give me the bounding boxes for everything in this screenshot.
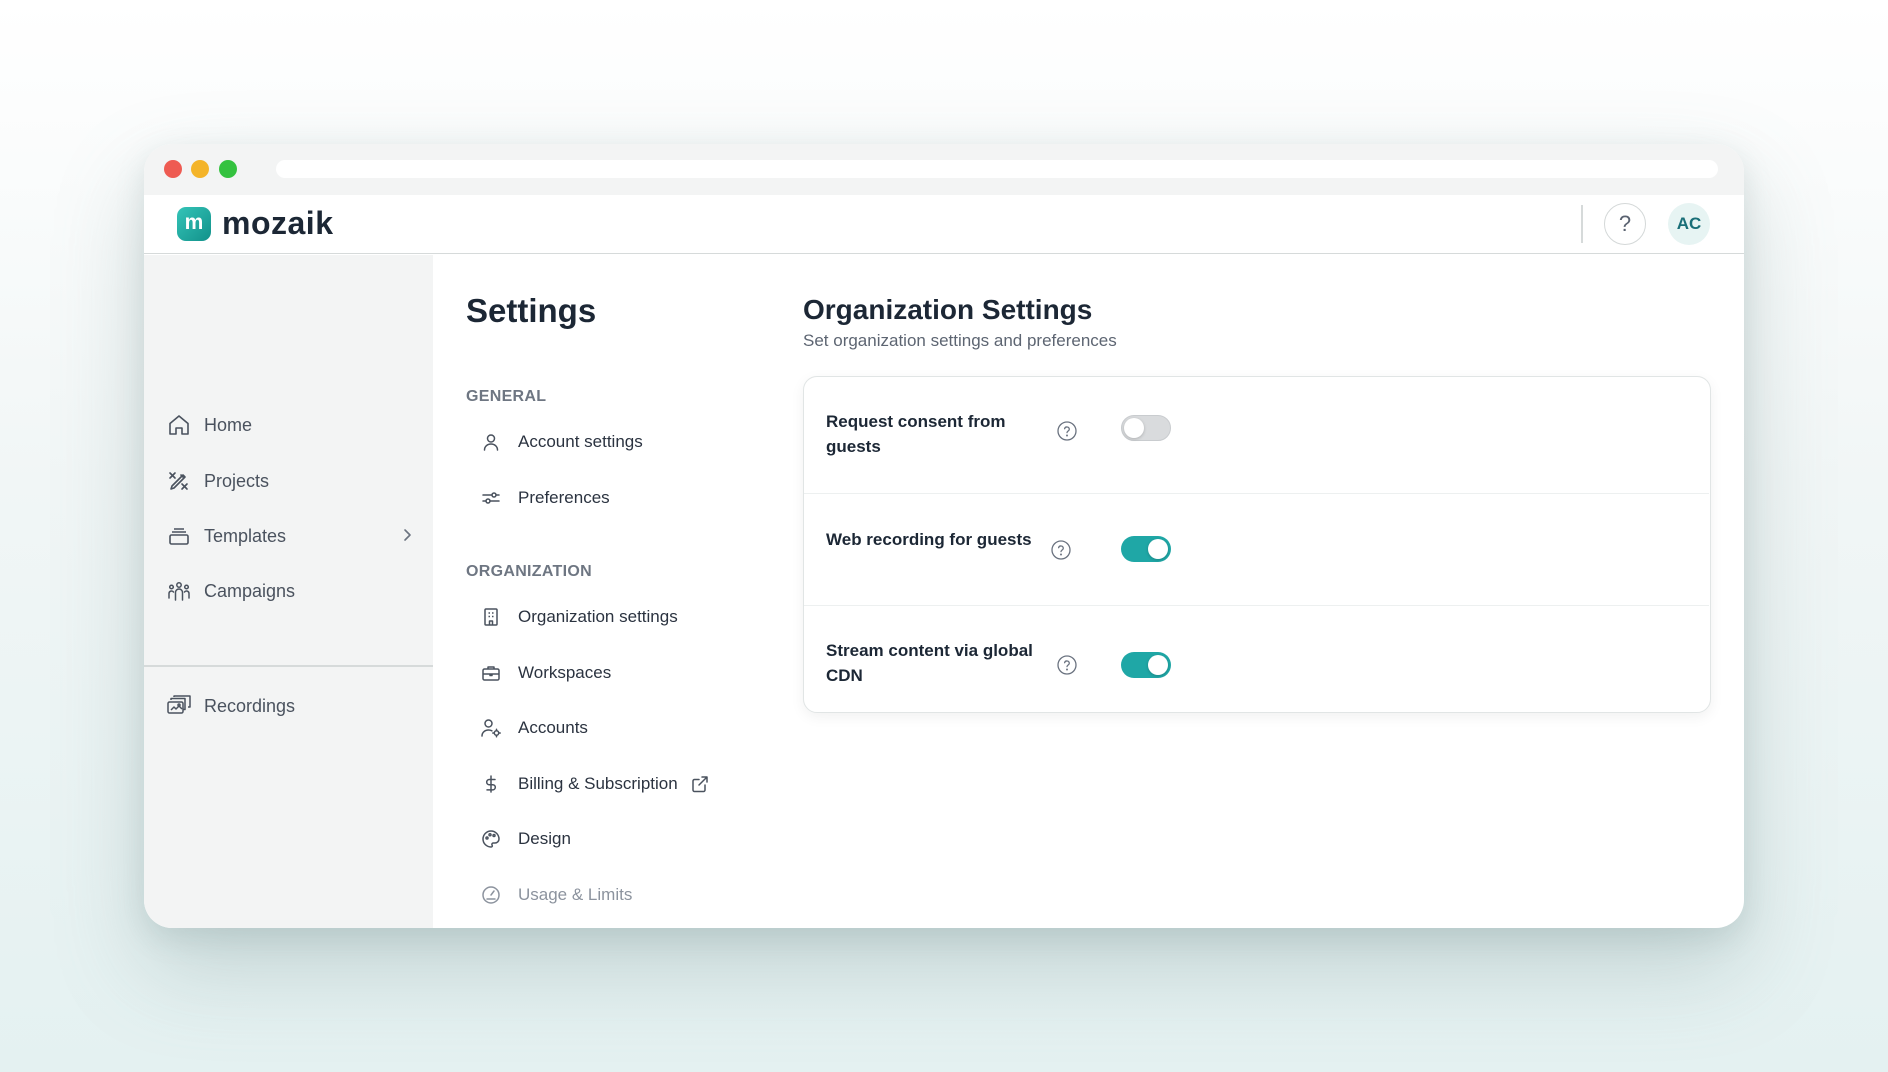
maximize-window-button[interactable] [219, 160, 237, 178]
sidebar-item-label: Recordings [204, 695, 296, 716]
question-circle-icon[interactable] [1056, 654, 1078, 676]
sidebar-item-campaigns[interactable]: Campaigns [166, 573, 416, 609]
menu-item-accounts[interactable]: Accounts [480, 713, 588, 743]
menu-item-billing-subscription[interactable]: Billing & Subscription [480, 769, 710, 799]
browser-chrome [144, 144, 1744, 195]
topbar-divider [1581, 205, 1583, 243]
sidebar-item-label: Projects [204, 470, 270, 491]
page-title: Organization Settings [803, 294, 1093, 325]
setting-label: Web recording for guests [826, 530, 1032, 549]
briefcase-icon [480, 662, 502, 684]
setting-row-request-consent: Request consent from guests [804, 377, 1709, 493]
close-window-button[interactable] [164, 160, 182, 178]
address-bar[interactable] [276, 160, 1718, 178]
dollar-icon [480, 773, 502, 795]
top-bar: m mozaik ? AC [144, 195, 1744, 254]
menu-item-label: Design [518, 829, 571, 848]
setting-label: Request consent from guests [826, 412, 1006, 456]
palette-icon [480, 828, 502, 850]
settings-title: Settings [466, 292, 597, 329]
sidebar-item-templates[interactable]: Templates [166, 518, 416, 554]
help-button[interactable]: ? [1604, 203, 1646, 245]
building-icon [480, 606, 502, 628]
menu-item-label: Account settings [518, 432, 643, 451]
menu-item-label: Billing & Subscription [518, 774, 678, 793]
browser-window: m mozaik ? AC Home Projects Templates Ca… [144, 144, 1744, 928]
logo-text[interactable]: mozaik [222, 205, 333, 242]
question-circle-icon[interactable] [1050, 539, 1072, 561]
question-circle-icon[interactable] [1056, 420, 1078, 442]
menu-item-label: Preferences [518, 488, 610, 507]
web-recording-toggle[interactable] [1121, 536, 1171, 562]
sidebar-item-recordings[interactable]: Recordings [166, 688, 416, 724]
menu-item-account-settings[interactable]: Account settings [480, 427, 643, 457]
organization-group-label: ORGANIZATION [466, 563, 592, 580]
sidebar-item-label: Templates [204, 525, 287, 546]
gauge-icon [480, 884, 502, 906]
stream-cdn-toggle[interactable] [1121, 652, 1171, 678]
sidebar-item-label: Home [204, 414, 253, 435]
menu-item-workspaces[interactable]: Workspaces [480, 658, 611, 688]
templates-icon [166, 523, 192, 549]
menu-item-label: Accounts [518, 718, 588, 737]
setting-row-web-recording: Web recording for guests [804, 493, 1709, 605]
user-avatar[interactable]: AC [1668, 203, 1710, 245]
logo-mark-icon[interactable]: m [177, 207, 211, 241]
toggle-knob [1124, 417, 1144, 438]
toggle-knob [1148, 655, 1168, 675]
toggle-knob [1148, 539, 1168, 559]
request-consent-toggle[interactable] [1121, 415, 1171, 441]
setting-label: Stream content via global CDN [826, 641, 1033, 685]
setting-row-stream-cdn: Stream content via global CDN [804, 605, 1709, 713]
menu-item-label: Usage & Limits [518, 885, 633, 904]
chevron-right-icon[interactable] [398, 526, 416, 544]
menu-item-organization-settings[interactable]: Organization settings [480, 602, 678, 632]
settings-card: Request consent from guests Web recordin… [803, 376, 1711, 713]
main-sidebar: Home Projects Templates Campaigns Record… [144, 255, 433, 928]
menu-item-label: Workspaces [518, 663, 612, 682]
page-subtitle: Set organization settings and preference… [803, 331, 1117, 350]
recordings-icon [166, 693, 192, 719]
menu-item-design[interactable]: Design [480, 824, 571, 854]
external-link-icon[interactable] [690, 774, 710, 794]
user-icon [480, 431, 502, 453]
sidebar-divider [144, 665, 433, 667]
projects-icon [166, 468, 192, 494]
menu-item-usage-limits[interactable]: Usage & Limits [480, 880, 632, 910]
menu-item-label: Organization settings [518, 607, 678, 626]
sidebar-item-home[interactable]: Home [166, 407, 416, 443]
minimize-window-button[interactable] [191, 160, 209, 178]
sliders-icon [480, 487, 502, 509]
sidebar-item-label: Campaigns [204, 580, 296, 601]
home-icon [166, 412, 192, 438]
menu-item-preferences[interactable]: Preferences [480, 483, 610, 513]
campaigns-icon [166, 578, 192, 604]
sidebar-item-projects[interactable]: Projects [166, 463, 416, 499]
general-group-label: GENERAL [466, 388, 547, 405]
user-gear-icon [480, 717, 502, 739]
